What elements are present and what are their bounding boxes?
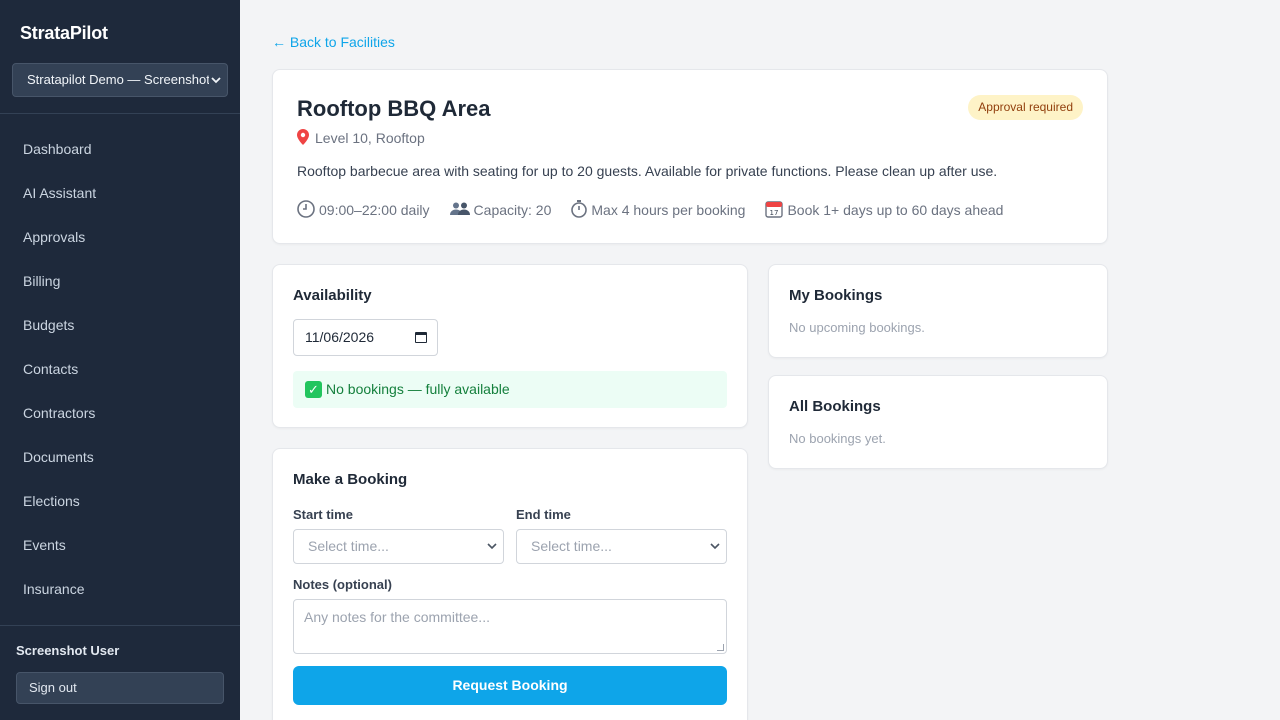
facility-meta: 09:00–22:00 daily Capacity: 20 Max 4 hou… bbox=[297, 200, 1003, 220]
calendar-picker-icon[interactable] bbox=[415, 332, 427, 343]
resize-handle-icon[interactable] bbox=[717, 644, 724, 651]
availability-status: ✓ No bookings — fully available bbox=[293, 371, 727, 408]
map-pin-icon bbox=[297, 129, 309, 147]
notes-textarea[interactable]: Any notes for the committee... bbox=[293, 599, 727, 654]
availability-date-input[interactable]: 11/06/2026 bbox=[293, 319, 438, 356]
facility-description: Rooftop barbecue area with seating for u… bbox=[297, 163, 998, 179]
request-booking-button[interactable]: Request Booking bbox=[293, 666, 727, 705]
all-bookings-empty: No bookings yet. bbox=[789, 431, 886, 446]
svg-text:17: 17 bbox=[770, 209, 779, 217]
approval-required-badge: Approval required bbox=[968, 95, 1083, 120]
availability-heading: Availability bbox=[293, 287, 372, 304]
current-user-name: Screenshot User bbox=[16, 643, 120, 658]
facility-hours: 09:00–22:00 daily bbox=[297, 200, 430, 220]
sidebar-item-contacts[interactable]: Contacts bbox=[0, 347, 240, 391]
timer-icon bbox=[571, 200, 588, 220]
facility-booking-window-text: Book 1+ days up to 60 days ahead bbox=[787, 202, 1004, 218]
facility-booking-window: 17 Book 1+ days up to 60 days ahead bbox=[765, 200, 1003, 220]
sidebar-item-elections[interactable]: Elections bbox=[0, 479, 240, 523]
back-to-facilities-link[interactable]: ← Back to Facilities bbox=[272, 34, 395, 50]
end-time-select[interactable]: Select time... bbox=[516, 529, 727, 564]
sidebar-item-billing[interactable]: Billing bbox=[0, 259, 240, 303]
facility-max-duration-text: Max 4 hours per booking bbox=[591, 202, 746, 218]
check-mark-icon: ✓ bbox=[305, 381, 322, 398]
sidebar-item-dashboard[interactable]: Dashboard bbox=[0, 127, 240, 171]
start-time-placeholder: Select time... bbox=[308, 538, 389, 554]
my-bookings-card: My Bookings No upcoming bookings. bbox=[768, 264, 1108, 358]
notes-placeholder: Any notes for the committee... bbox=[304, 609, 490, 625]
sidebar-item-events[interactable]: Events bbox=[0, 523, 240, 567]
my-bookings-heading: My Bookings bbox=[789, 287, 883, 304]
chevron-down-icon bbox=[710, 530, 720, 563]
calendar-icon: 17 bbox=[765, 200, 784, 220]
org-selector-value: Stratapilot Demo — Screenshot bbox=[27, 72, 210, 87]
sign-out-button[interactable]: Sign out bbox=[16, 672, 224, 704]
sidebar-item-ai-assistant[interactable]: AI Assistant bbox=[0, 171, 240, 215]
sidebar-divider bbox=[0, 625, 240, 626]
make-booking-card: Make a Booking Start time Select time...… bbox=[272, 448, 748, 720]
brand-logo[interactable]: StrataPilot bbox=[20, 23, 108, 44]
facility-details-card: Rooftop BBQ Area Approval required Level… bbox=[272, 69, 1108, 244]
clock-icon bbox=[297, 200, 315, 220]
chevron-down-icon bbox=[487, 530, 497, 563]
sidebar-divider bbox=[0, 113, 240, 114]
notes-label: Notes (optional) bbox=[293, 577, 392, 592]
facility-max-duration: Max 4 hours per booking bbox=[571, 200, 745, 220]
facility-hours-text: 09:00–22:00 daily bbox=[319, 202, 430, 218]
sidebar-item-documents[interactable]: Documents bbox=[0, 435, 240, 479]
people-icon bbox=[449, 201, 470, 219]
facility-title: Rooftop BBQ Area bbox=[297, 96, 491, 121]
availability-status-text: No bookings — fully available bbox=[326, 381, 510, 397]
chevron-down-icon bbox=[209, 64, 223, 96]
start-time-label: Start time bbox=[293, 507, 353, 522]
all-bookings-card: All Bookings No bookings yet. bbox=[768, 375, 1108, 469]
availability-date-value: 11/06/2026 bbox=[305, 329, 375, 345]
sidebar-item-approvals[interactable]: Approvals bbox=[0, 215, 240, 259]
my-bookings-empty: No upcoming bookings. bbox=[789, 320, 925, 335]
sidebar-item-budgets[interactable]: Budgets bbox=[0, 303, 240, 347]
start-time-select[interactable]: Select time... bbox=[293, 529, 504, 564]
facility-location-text: Level 10, Rooftop bbox=[315, 130, 425, 146]
facility-capacity: Capacity: 20 bbox=[449, 200, 552, 220]
org-selector[interactable]: Stratapilot Demo — Screenshot bbox=[12, 63, 228, 97]
end-time-placeholder: Select time... bbox=[531, 538, 612, 554]
availability-card: Availability 11/06/2026 ✓ No bookings — … bbox=[272, 264, 748, 428]
sidebar-nav: Dashboard AI Assistant Approvals Billing… bbox=[0, 127, 240, 611]
sidebar-item-contractors[interactable]: Contractors bbox=[0, 391, 240, 435]
make-booking-heading: Make a Booking bbox=[293, 471, 408, 488]
all-bookings-heading: All Bookings bbox=[789, 398, 881, 415]
sidebar-item-insurance[interactable]: Insurance bbox=[0, 567, 240, 611]
facility-location: Level 10, Rooftop bbox=[297, 129, 425, 147]
end-time-label: End time bbox=[516, 507, 571, 522]
sidebar: StrataPilot Stratapilot Demo — Screensho… bbox=[0, 0, 240, 720]
facility-capacity-text: Capacity: 20 bbox=[473, 202, 552, 218]
